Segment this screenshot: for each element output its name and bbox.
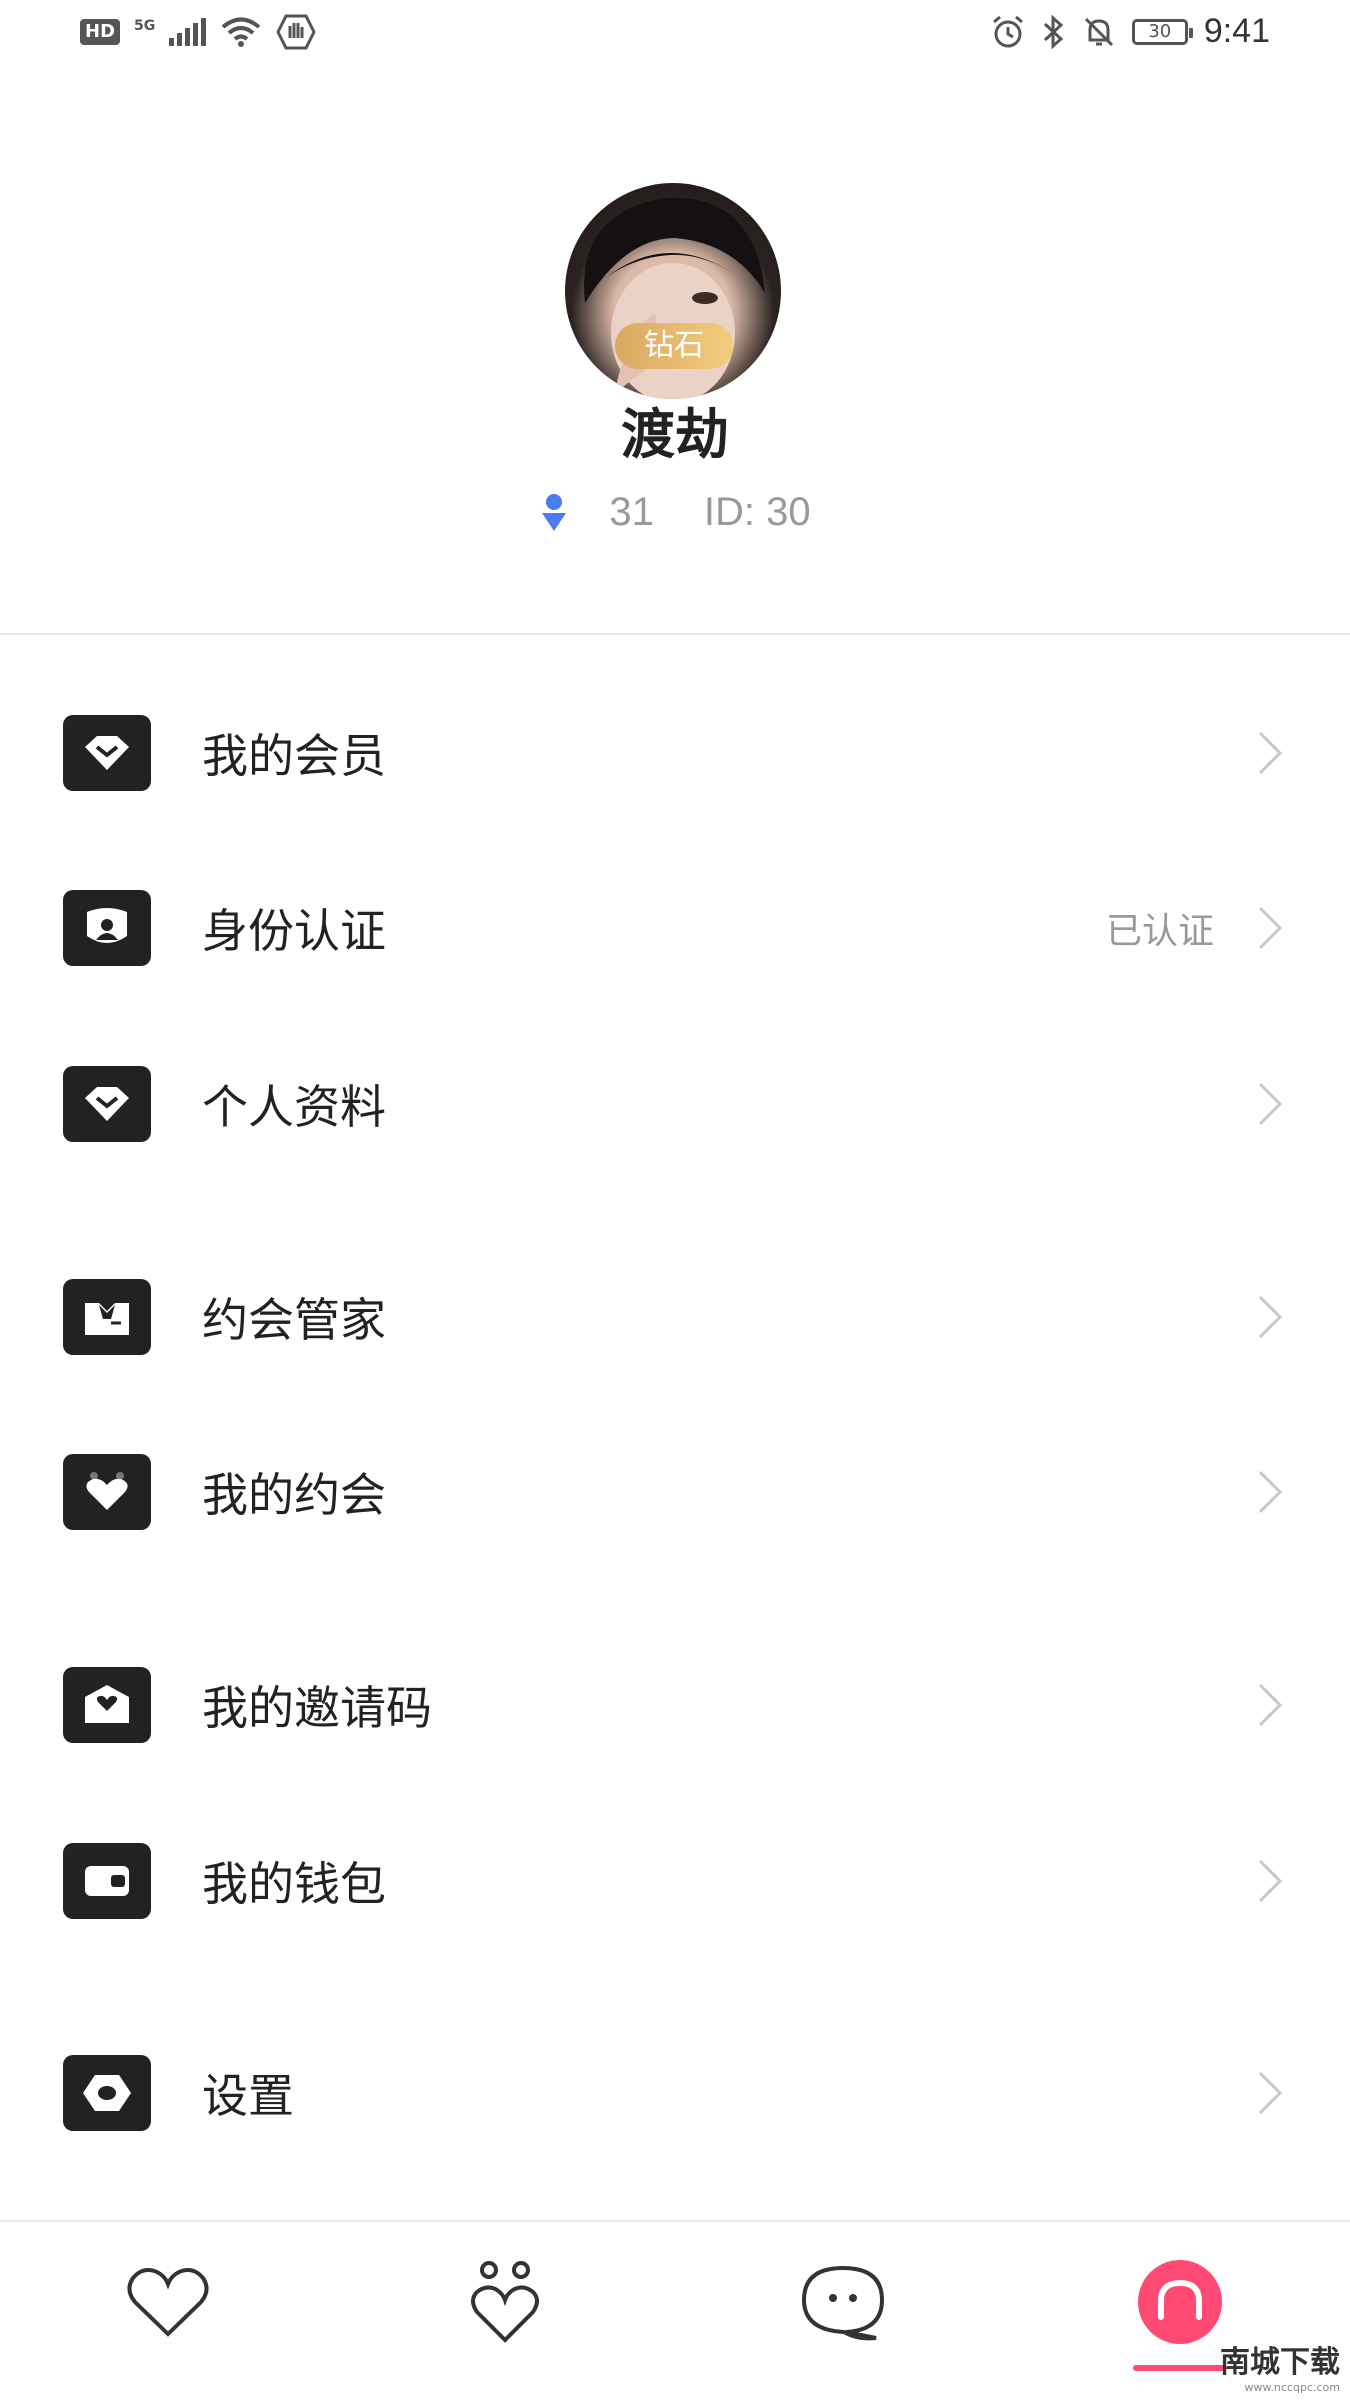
menu-item-label: 我的钱包 <box>202 1857 386 1911</box>
menu-item-verification[interactable]: 身份认证 已认证 <box>0 873 1350 983</box>
menu-item-profile[interactable]: 个人资料 <box>0 1049 1350 1159</box>
chevron-right-icon <box>1258 1683 1283 1727</box>
chevron-right-icon <box>1258 1295 1283 1339</box>
hd-badge: HD <box>80 19 121 45</box>
battery-level: 30 <box>1148 21 1172 42</box>
status-bar: HD 5G 30 9:41 <box>0 0 1350 70</box>
menu-item-label: 我的约会 <box>202 1468 386 1522</box>
wallet-icon <box>63 1843 151 1919</box>
chevron-right-icon <box>1258 906 1283 950</box>
tab-messages[interactable] <box>793 2252 893 2352</box>
watermark-logo: 南城下载 www.nccqpc.com <box>1220 2337 1340 2394</box>
watermark-title: 南城下载 <box>1220 2345 1340 2380</box>
id-shield-icon <box>63 890 151 966</box>
hand-shield-icon <box>276 14 316 50</box>
signal-icon <box>169 18 207 46</box>
diamond-icon <box>63 715 151 791</box>
menu-item-label: 设置 <box>202 2069 294 2123</box>
verification-status: 已认证 <box>1105 911 1214 952</box>
menu-item-membership[interactable]: 我的会员 <box>0 698 1350 808</box>
chevron-right-icon <box>1258 2071 1283 2115</box>
profile-meta: 31 ID: 30 <box>0 490 1350 535</box>
wifi-icon <box>221 17 261 47</box>
vip-level-badge: 钻石 <box>615 323 733 369</box>
menu-item-label: 我的邀请码 <box>202 1681 432 1735</box>
profile-tab-icon <box>1138 2260 1222 2344</box>
bottom-tab-bar <box>0 2220 1350 2402</box>
menu-item-dating-butler[interactable]: 约会管家 <box>0 1262 1350 1372</box>
menu-item-label: 身份认证 <box>202 904 386 958</box>
menu-item-settings[interactable]: 设置 <box>0 2038 1350 2148</box>
menu-item-label: 个人资料 <box>202 1080 386 1134</box>
tab-profile[interactable] <box>1130 2252 1230 2352</box>
tab-match[interactable] <box>455 2252 555 2352</box>
battery-icon: 30 <box>1131 18 1193 45</box>
tab-home[interactable] <box>118 2252 218 2352</box>
avatar[interactable]: 钻石 <box>565 183 785 403</box>
chevron-right-icon <box>1258 731 1283 775</box>
status-time: 9:41 <box>1203 12 1270 50</box>
invite-envelope-icon <box>63 1667 151 1743</box>
user-name: 渡劫 <box>621 403 729 466</box>
bluetooth-icon <box>1043 14 1064 49</box>
menu-item-label: 我的会员 <box>202 729 386 783</box>
male-gender-icon <box>542 493 567 531</box>
butler-icon <box>63 1279 151 1355</box>
network-type: 5G <box>134 18 156 34</box>
alarm-icon <box>992 15 1023 47</box>
heart-tab-icon <box>127 2268 209 2337</box>
chevron-right-icon <box>1258 1082 1283 1126</box>
watermark-url: www.nccqpc.com <box>1244 2381 1340 2394</box>
message-tab-icon <box>801 2265 885 2341</box>
match-tab-icon <box>471 2261 539 2343</box>
chevron-right-icon <box>1258 1470 1283 1514</box>
user-id: ID: 30 <box>703 490 811 534</box>
profile-divider <box>0 633 1350 635</box>
user-age: 31 <box>609 490 654 534</box>
settings-icon <box>63 2055 151 2131</box>
active-tab-indicator <box>1133 2365 1227 2371</box>
menu-item-my-dates[interactable]: 我的约会 <box>0 1437 1350 1547</box>
menu-item-invite-code[interactable]: 我的邀请码 <box>0 1650 1350 1760</box>
heart-icon <box>63 1454 151 1530</box>
diamond-icon <box>63 1066 151 1142</box>
menu-item-label: 约会管家 <box>202 1293 386 1347</box>
mute-bell-icon <box>1084 17 1113 46</box>
menu-item-wallet[interactable]: 我的钱包 <box>0 1826 1350 1936</box>
chevron-right-icon <box>1258 1859 1283 1903</box>
